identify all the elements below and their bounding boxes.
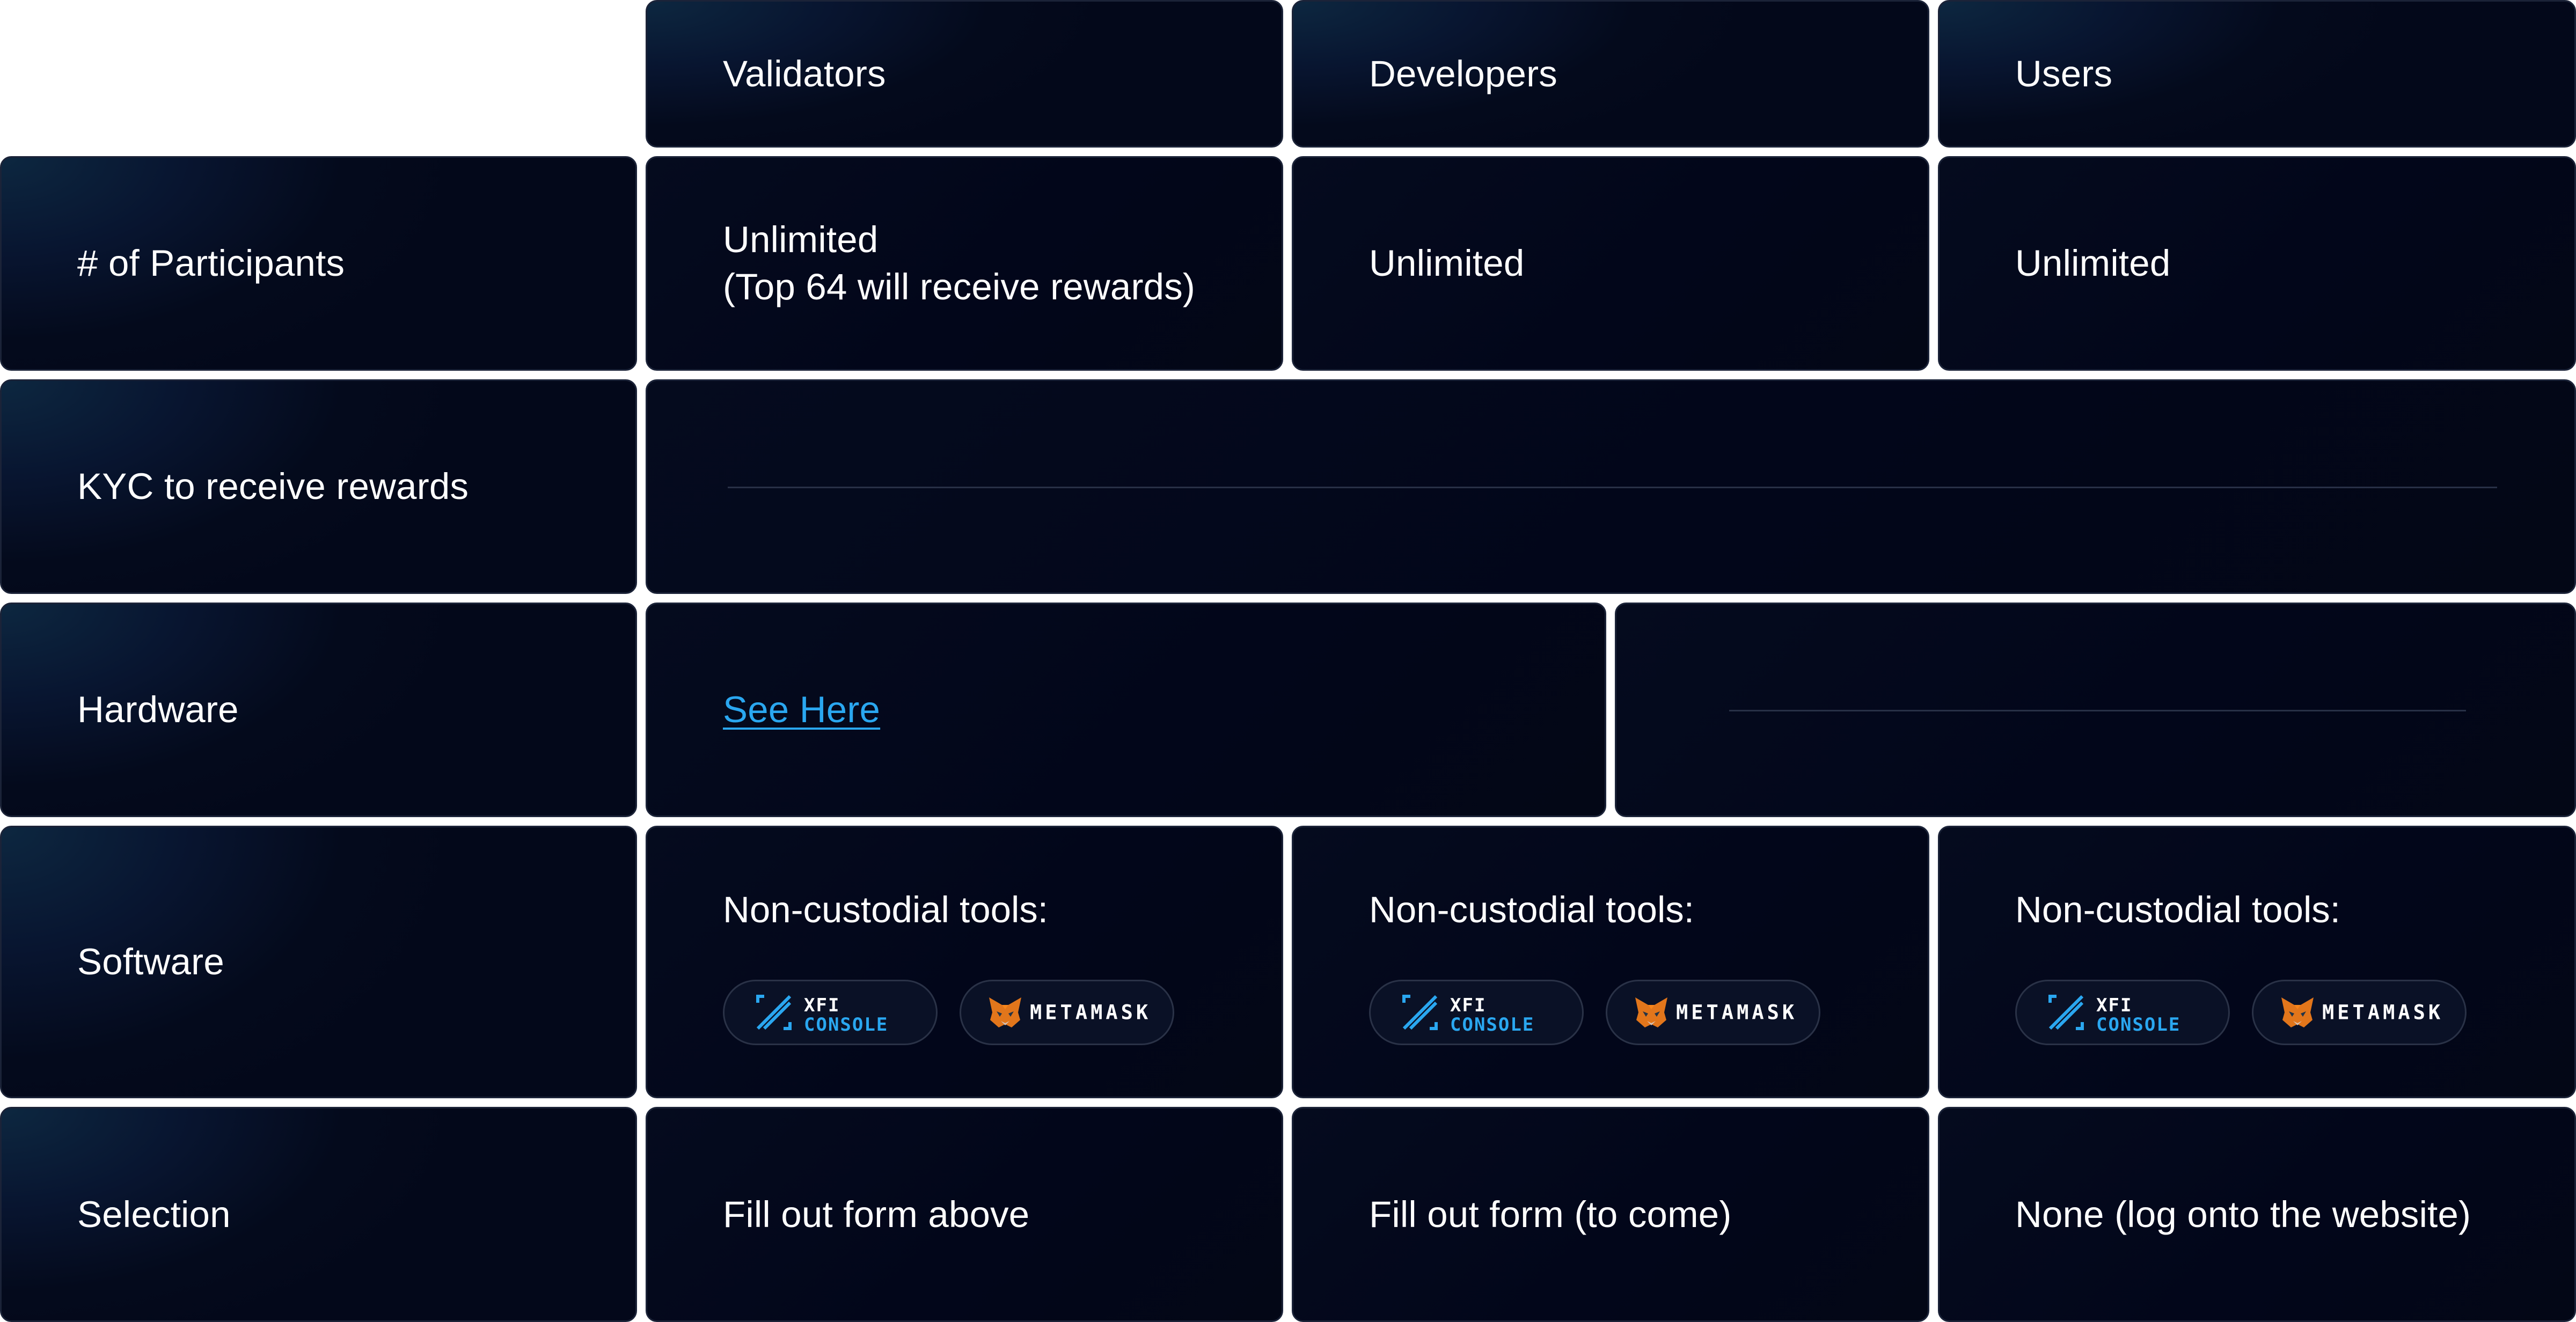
metamask-wordmark: METAMASK — [1676, 1001, 1798, 1024]
console-word: CONSOLE — [804, 1014, 889, 1035]
row-header-participants: # of Participants — [0, 156, 637, 371]
xfi-console-logo-icon — [1402, 995, 1438, 1030]
tools-title: Non-custodial tools: — [723, 889, 1048, 930]
column-header-developers: Developers — [1292, 0, 1929, 148]
xfi-console-wordmark: XFI CONSOLE — [804, 996, 888, 1034]
column-header-validators: Validators — [646, 0, 1283, 148]
row-header-label: Selection — [77, 1193, 231, 1235]
metamask-button[interactable]: METAMASK — [2252, 980, 2467, 1045]
xfi-console-wordmark: XFI CONSOLE — [1450, 996, 1534, 1034]
metamask-fox-icon — [1635, 997, 1667, 1027]
metamask-fox-icon — [2281, 997, 2314, 1027]
metamask-wordmark: METAMASK — [1030, 1001, 1152, 1024]
selection-users-cell: None (log onto the website) — [1938, 1107, 2576, 1322]
row-header-label: Software — [77, 941, 224, 982]
xfi-console-button[interactable]: XFI CONSOLE — [2015, 980, 2230, 1045]
hardware-validators-cell: See Here — [646, 603, 1606, 817]
tools-title: Non-custodial tools: — [1369, 889, 1694, 930]
participants-users-cell: Unlimited — [1938, 156, 2576, 371]
kyc-divider-line — [728, 487, 2497, 488]
column-header-users: Users — [1938, 0, 2576, 148]
xfi-console-wordmark: XFI CONSOLE — [2096, 996, 2180, 1034]
selection-validators-cell: Fill out form above — [646, 1107, 1283, 1322]
selection-validators-text: Fill out form above — [723, 1193, 1030, 1235]
participants-validators-text: Unlimited (Top 64 will receive rewards) — [723, 216, 1195, 311]
software-users-cell: Non-custodial tools: XFI CONSOLE METAMAS… — [1938, 826, 2576, 1098]
participants-validators-line2: (Top 64 will receive rewards) — [723, 266, 1196, 307]
hardware-divider-line — [1729, 710, 2466, 711]
hardware-others-cell — [1615, 603, 2576, 817]
selection-developers-text: Fill out form (to come) — [1369, 1193, 1732, 1235]
console-word: CONSOLE — [1450, 1014, 1535, 1035]
metamask-button[interactable]: METAMASK — [1606, 980, 1820, 1045]
selection-users-text: None (log onto the website) — [2015, 1193, 2471, 1235]
column-header-label: Validators — [723, 53, 886, 94]
xfi-console-logo-icon — [2048, 995, 2084, 1030]
participants-users-text: Unlimited — [2015, 243, 2171, 284]
metamask-button[interactable]: METAMASK — [960, 980, 1174, 1045]
software-developers-cell: Non-custodial tools: XFI CONSOLE METAMAS… — [1292, 826, 1929, 1098]
xfi-console-logo-icon — [756, 995, 792, 1030]
selection-developers-cell: Fill out form (to come) — [1292, 1107, 1929, 1322]
column-header-label: Users — [2015, 53, 2113, 94]
row-header-software: Software — [0, 826, 637, 1098]
row-header-label: Hardware — [77, 689, 239, 730]
participants-developers-cell: Unlimited — [1292, 156, 1929, 371]
row-header-label: # of Participants — [77, 243, 345, 284]
row-header-kyc: KYC to receive rewards — [0, 379, 637, 594]
participants-developers-text: Unlimited — [1369, 243, 1525, 284]
xfi-word: XFI — [804, 995, 840, 1016]
see-here-link[interactable]: See Here — [723, 686, 880, 733]
software-validators-cell: Non-custodial tools: XFI CONSOLE METAMAS… — [646, 826, 1283, 1098]
tools-title: Non-custodial tools: — [2015, 889, 2340, 930]
participants-validators-line1: Unlimited — [723, 219, 879, 260]
row-header-hardware: Hardware — [0, 603, 637, 817]
xfi-console-button[interactable]: XFI CONSOLE — [1369, 980, 1584, 1045]
row-header-selection: Selection — [0, 1107, 637, 1322]
kyc-merged-cell — [646, 379, 2576, 594]
metamask-wordmark: METAMASK — [2322, 1001, 2444, 1024]
metamask-fox-icon — [989, 997, 1021, 1027]
xfi-console-button[interactable]: XFI CONSOLE — [723, 980, 938, 1045]
participants-validators-cell: Unlimited (Top 64 will receive rewards) — [646, 156, 1283, 371]
column-header-label: Developers — [1369, 53, 1558, 94]
xfi-word: XFI — [1450, 995, 1487, 1016]
xfi-word: XFI — [2096, 995, 2133, 1016]
console-word: CONSOLE — [2096, 1014, 2181, 1035]
row-header-label: KYC to receive rewards — [77, 466, 469, 507]
